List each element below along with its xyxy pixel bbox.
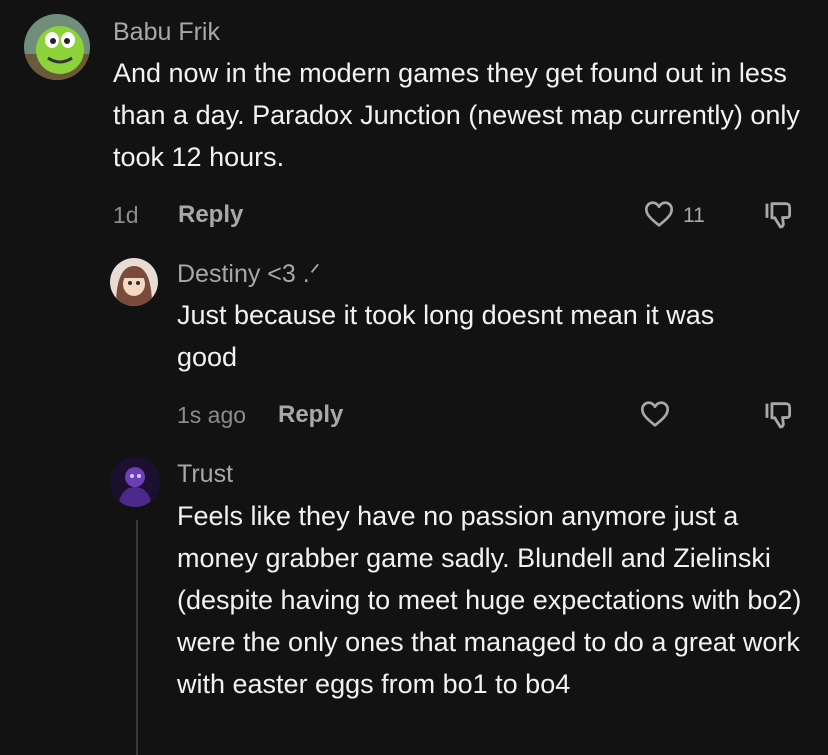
comment-author[interactable]: Babu Frik	[113, 17, 220, 47]
comment-author[interactable]: Destiny <3 .ᐟ	[177, 259, 320, 289]
avatar-trust[interactable]	[110, 457, 160, 507]
comment-text: Just because it took long doesnt mean it…	[177, 300, 715, 372]
heart-outline-icon[interactable]	[638, 398, 672, 430]
avatar-destiny[interactable]	[110, 258, 158, 306]
thumbs-down-outline-icon[interactable]	[762, 198, 796, 232]
thumbs-down-outline-icon[interactable]	[762, 398, 796, 432]
like-count: 11	[683, 204, 705, 227]
avatar-babu-frik[interactable]	[24, 14, 90, 80]
comment-text: And now in the modern games they get fou…	[113, 58, 800, 172]
thread-line	[136, 520, 138, 755]
reply-button[interactable]: Reply	[178, 201, 243, 229]
heart-outline-icon[interactable]	[642, 198, 676, 230]
reply-button[interactable]: Reply	[278, 401, 343, 429]
comment-text: Feels like they have no passion anymore …	[177, 501, 802, 699]
comment-author[interactable]: Trust	[177, 459, 233, 489]
comment-timestamp: 1s ago	[177, 402, 247, 428]
comment-timestamp: 1d	[113, 202, 139, 228]
